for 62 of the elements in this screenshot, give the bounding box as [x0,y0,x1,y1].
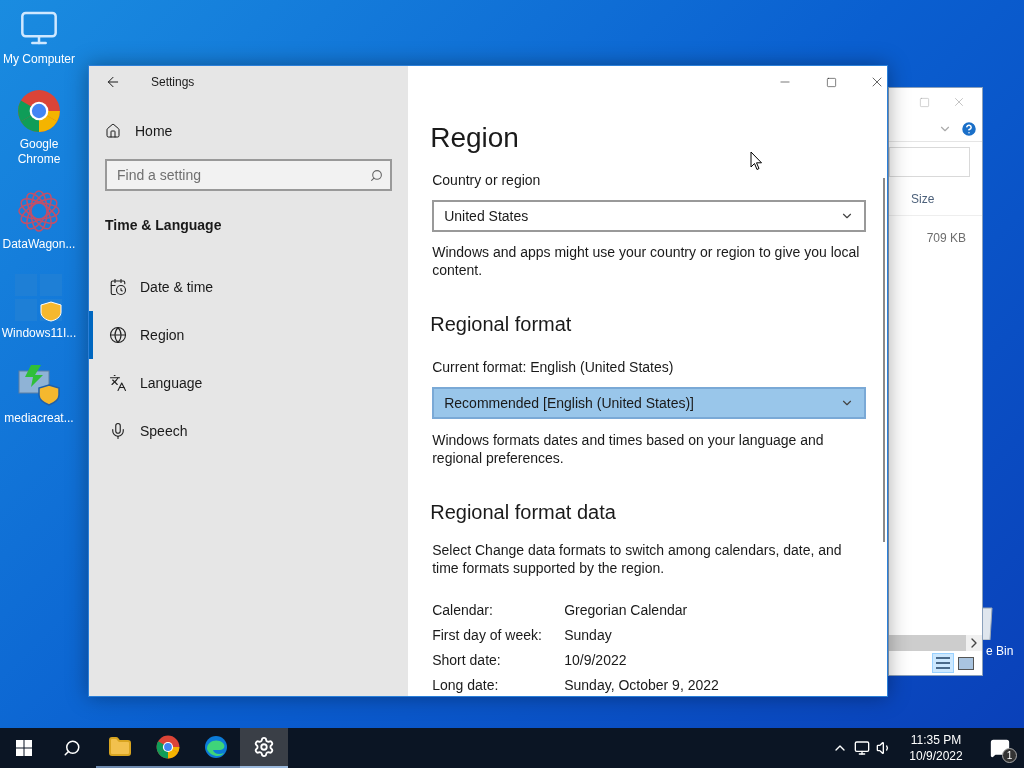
desktop-icon-label[interactable]: DataWagon... [0,237,78,252]
description-text: Windows and apps might use your country or region to give you local content. [432,243,861,279]
edge-logo-icon [204,735,228,759]
format-label: Calendar: [432,601,494,619]
chrome-logo-icon [156,735,180,759]
calendar-clock-icon [109,278,127,296]
search-icon [63,739,81,757]
format-label: Short date: [432,651,502,669]
horizontal-scrollbar[interactable] [889,635,982,651]
help-icon[interactable] [960,119,978,138]
format-label: Long date: [432,676,500,694]
format-value: 10/9/2022 [564,651,628,669]
home-icon [105,123,121,139]
network-icon[interactable] [854,740,870,756]
notification-count: 1 [1002,748,1017,763]
language-icon [109,374,127,392]
nav-item[interactable]: Date & time [89,263,409,311]
scrollbar-thumb[interactable] [883,178,885,542]
window-title: Settings [151,74,195,91]
mouse-cursor-icon [750,151,763,171]
network-pattern-icon [17,189,61,233]
scroll-right-icon[interactable] [966,635,982,651]
thumbnail-view-icon[interactable] [958,656,974,670]
windows-logo-icon [16,740,32,756]
microphone-icon [109,422,127,440]
section-heading: Regional format data [430,500,617,525]
file-size: 709 KB [926,230,966,247]
section-heading: Regional format [430,312,573,337]
format-label: First day of week: [432,626,543,644]
chrome-logo-icon [17,89,61,133]
search-field[interactable]: Find a setting [105,159,393,191]
installer-shield-icon [17,363,61,407]
format-dropdown[interactable]: Recommended [English (United States)] [432,387,867,419]
desktop-icon-label[interactable]: Windows11I... [0,326,79,341]
section-heading: Time & Language [105,217,222,233]
search-icon [370,169,384,182]
maximize-icon [825,76,837,88]
format-value: Sunday, October 9, 2022 [564,676,720,694]
settings-icon [253,736,275,758]
nav-item[interactable]: Speech [89,407,409,455]
description-text: Select Change data formats to switch among calendars, date, and time formats supported by the region. [432,541,843,577]
desktop-icon-label[interactable]: e Bin [986,644,1014,659]
shield-tiles-icon [15,274,63,322]
desktop-icon-label[interactable]: My Computer [1,52,77,67]
format-value: Sunday [564,626,613,644]
home-link[interactable]: Home [135,120,173,142]
globe-icon [109,326,127,344]
nav-item[interactable]: Language [89,359,409,407]
format-value: Gregorian Calendar [564,601,689,619]
desktop-icon-label[interactable]: Google Chrome [0,137,78,167]
clock[interactable]: 11:35 PM 10/9/2022 [896,732,976,764]
description-text: Windows formats dates and times based on your language and regional preferences. [432,431,825,467]
taskbar-app-button[interactable] [240,728,288,768]
page-title: Region [430,121,520,155]
country-dropdown[interactable]: United States [432,200,867,232]
field-label: Current format: English (United States) [432,358,675,377]
details-view-icon[interactable] [932,653,954,673]
desktop-icon-label[interactable]: mediacreat... [2,411,76,426]
column-header[interactable]: Size [911,189,935,208]
notification-button[interactable]: 1 [976,728,1024,768]
folder-icon [108,735,132,759]
field-label: Country or region [432,171,542,190]
